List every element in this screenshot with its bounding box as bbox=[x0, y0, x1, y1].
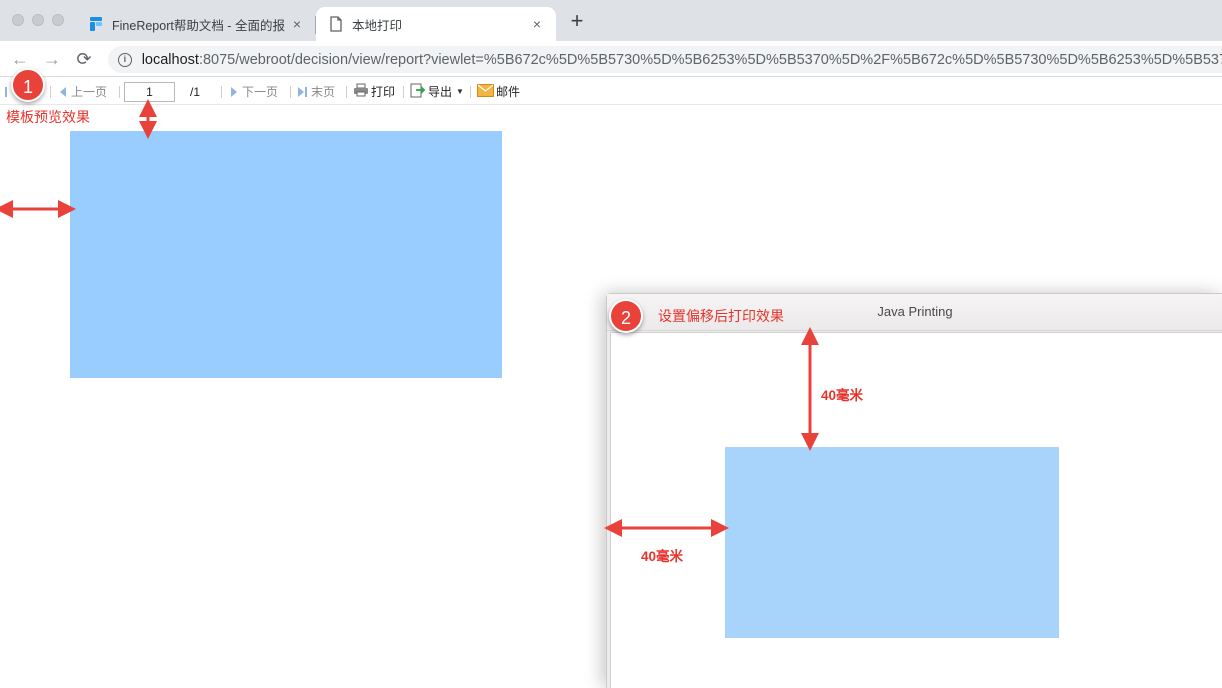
last-page-arrow-icon bbox=[298, 87, 304, 97]
close-window-button[interactable] bbox=[12, 14, 24, 26]
page-total: /1 bbox=[190, 85, 201, 99]
printer-icon bbox=[353, 83, 369, 101]
last-page-label: 末页 bbox=[311, 85, 336, 99]
first-page-button[interactable] bbox=[4, 84, 7, 100]
print-label: 打印 bbox=[371, 85, 396, 99]
toolbar-divider bbox=[403, 86, 404, 98]
toolbar-divider bbox=[290, 86, 291, 98]
url-text: localhost:8075/webroot/decision/view/rep… bbox=[142, 52, 1222, 68]
mail-label: 邮件 bbox=[496, 85, 521, 99]
export-label: 导出 bbox=[428, 85, 453, 99]
left-offset-label: 40毫米 bbox=[641, 549, 684, 564]
reload-icon[interactable]: ⟳ bbox=[73, 48, 95, 70]
url-host: localhost bbox=[141, 51, 199, 68]
toolbar-divider bbox=[470, 86, 471, 98]
export-button[interactable]: 导出 ▼ bbox=[410, 83, 464, 102]
toolbar-divider bbox=[221, 86, 222, 98]
chevron-down-icon: ▼ bbox=[456, 87, 464, 96]
page-number-input[interactable]: 1 bbox=[124, 82, 175, 102]
next-arrow-icon bbox=[231, 87, 237, 97]
url-input[interactable]: i localhost:8075/webroot/decision/view/r… bbox=[108, 46, 1222, 73]
tab-close-icon[interactable]: × bbox=[528, 16, 546, 32]
prev-page-label: 上一页 bbox=[71, 85, 108, 99]
last-page-bar-icon bbox=[305, 87, 307, 97]
tab-title: FineReport帮助文档 - 全面的报 bbox=[112, 18, 285, 33]
browser-tab-bar: FineReport帮助文档 - 全面的报 × 本地打印 × + bbox=[0, 0, 1222, 41]
address-bar: ← → ⟳ i localhost:8075/webroot/decision/… bbox=[0, 41, 1222, 77]
mail-button[interactable]: 邮件 bbox=[477, 83, 521, 101]
printed-block bbox=[725, 447, 1059, 638]
toolbar-divider bbox=[119, 86, 120, 98]
offset-print-label: 设置偏移后打印效果 bbox=[658, 308, 784, 324]
url-path: :8075/webroot/decision/view/report?viewl… bbox=[198, 51, 1222, 68]
minimize-window-button[interactable] bbox=[32, 14, 44, 26]
prev-arrow-icon bbox=[60, 87, 66, 97]
last-page-button[interactable]: 末页 bbox=[298, 84, 335, 100]
mail-icon bbox=[477, 83, 494, 101]
print-button[interactable]: 打印 bbox=[353, 83, 396, 101]
export-icon bbox=[410, 83, 426, 102]
top-offset-label: 40毫米 bbox=[821, 388, 864, 403]
next-page-button[interactable]: 下一页 bbox=[231, 84, 278, 100]
toolbar-divider bbox=[346, 86, 347, 98]
forward-arrow-icon[interactable]: → bbox=[41, 48, 63, 70]
toolbar-divider bbox=[50, 86, 51, 98]
info-icon[interactable]: i bbox=[118, 52, 132, 67]
new-tab-button[interactable]: + bbox=[566, 10, 588, 33]
next-page-label: 下一页 bbox=[242, 85, 279, 99]
step-badge-2: 2 bbox=[609, 299, 643, 333]
document-icon bbox=[328, 16, 344, 32]
tab-local-print[interactable]: 本地打印 × bbox=[316, 7, 556, 41]
report-toolbar: 上一页 1 /1 下一页 末页 打印 导出 ▼ 邮件 bbox=[0, 78, 1222, 105]
back-arrow-icon[interactable]: ← bbox=[9, 48, 31, 70]
template-preview-label: 模板预览效果 bbox=[6, 109, 90, 125]
prev-page-button[interactable]: 上一页 bbox=[60, 84, 107, 100]
tab-close-icon[interactable]: × bbox=[288, 16, 306, 32]
tab-finereport-help[interactable]: FineReport帮助文档 - 全面的报 × bbox=[76, 7, 316, 41]
step-badge-1: 1 bbox=[11, 68, 45, 102]
zoom-window-button[interactable] bbox=[52, 14, 64, 26]
finereport-logo-icon bbox=[88, 16, 104, 32]
first-page-icon bbox=[5, 87, 7, 97]
tab-title: 本地打印 bbox=[352, 18, 403, 33]
template-preview-block bbox=[70, 131, 502, 378]
